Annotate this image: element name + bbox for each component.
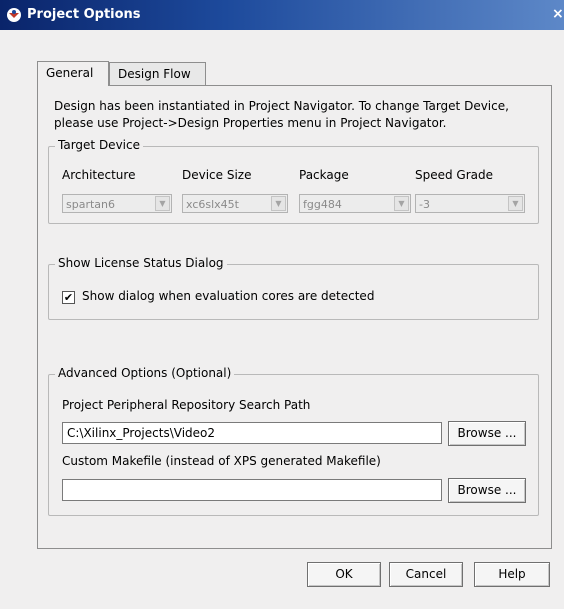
- makefile-label: Custom Makefile (instead of XPS generate…: [62, 454, 381, 468]
- speed-grade-value: -3: [419, 198, 430, 211]
- ok-button[interactable]: OK: [307, 562, 381, 587]
- repo-path-input[interactable]: C:\Xilinx_Projects\Video2: [62, 422, 442, 444]
- close-icon[interactable]: ×: [552, 6, 564, 22]
- repo-path-label: Project Peripheral Repository Search Pat…: [62, 398, 311, 412]
- package-label: Package: [299, 168, 349, 182]
- chevron-down-icon: ▼: [394, 196, 409, 211]
- speed-grade-label: Speed Grade: [415, 168, 494, 182]
- repo-browse-button[interactable]: Browse ...: [448, 421, 526, 446]
- show-dialog-label[interactable]: Show dialog when evaluation cores are de…: [82, 289, 374, 303]
- tab-design-flow[interactable]: Design Flow: [109, 62, 206, 85]
- speed-grade-select[interactable]: -3 ▼: [415, 194, 525, 213]
- chevron-down-icon: ▼: [508, 196, 523, 211]
- target-device-group: Target Device Architecture spartan6 ▼ De…: [48, 138, 539, 224]
- architecture-value: spartan6: [66, 198, 116, 211]
- makefile-browse-button[interactable]: Browse ...: [448, 478, 526, 503]
- architecture-label: Architecture: [62, 168, 136, 182]
- target-device-legend: Target Device: [55, 138, 143, 152]
- general-tab-panel: Design has been instantiated in Project …: [37, 85, 552, 549]
- makefile-input[interactable]: [62, 479, 442, 501]
- device-size-select[interactable]: xc6slx45t ▼: [182, 194, 288, 213]
- tab-general[interactable]: General: [37, 61, 109, 86]
- advanced-options-legend: Advanced Options (Optional): [55, 366, 235, 380]
- cancel-button[interactable]: Cancel: [389, 562, 463, 587]
- window-title: Project Options: [27, 7, 141, 22]
- show-dialog-checkbox[interactable]: ✔: [62, 291, 75, 304]
- help-button[interactable]: Help: [474, 562, 550, 587]
- device-size-label: Device Size: [182, 168, 252, 182]
- title-bar[interactable]: Project Options ×: [0, 0, 564, 30]
- license-status-legend: Show License Status Dialog: [55, 256, 227, 270]
- chevron-down-icon: ▼: [271, 196, 286, 211]
- chevron-down-icon: ▼: [155, 196, 170, 211]
- device-size-value: xc6slx45t: [186, 198, 239, 211]
- app-icon: [7, 8, 21, 22]
- package-value: fgg484: [303, 198, 342, 211]
- package-select[interactable]: fgg484 ▼: [299, 194, 411, 213]
- license-status-group: Show License Status Dialog ✔ Show dialog…: [48, 256, 539, 320]
- description-text: Design has been instantiated in Project …: [54, 99, 509, 130]
- architecture-select[interactable]: spartan6 ▼: [62, 194, 172, 213]
- advanced-options-group: Advanced Options (Optional) Project Peri…: [48, 366, 539, 516]
